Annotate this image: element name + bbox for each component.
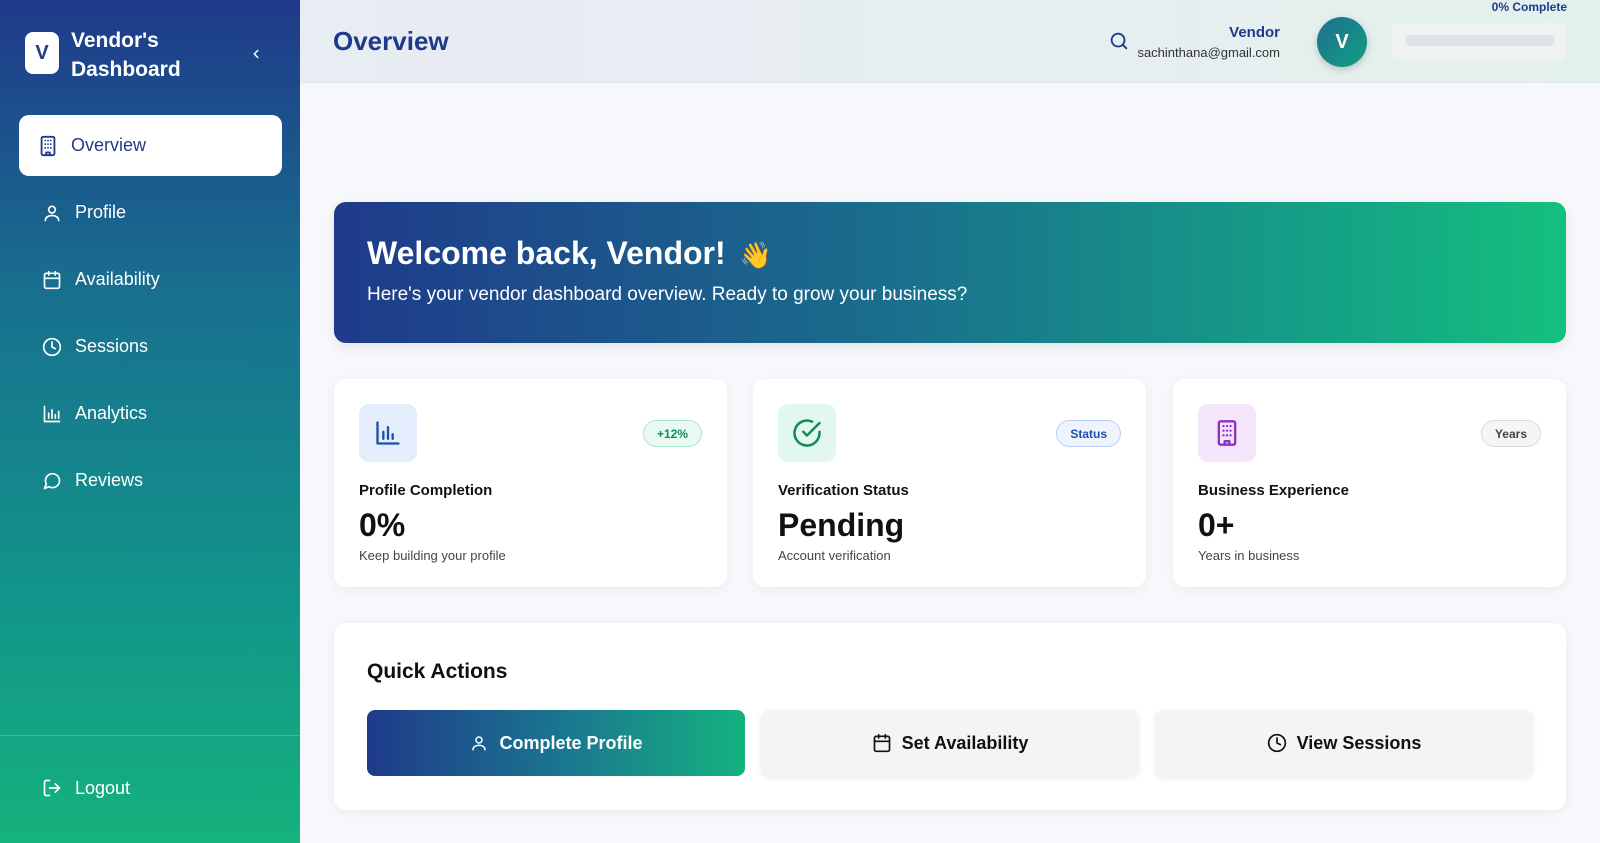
welcome-title-text: Welcome back, Vendor! <box>367 235 726 271</box>
user-email: sachinthana@gmail.com <box>1137 45 1280 60</box>
stat-badge: Status <box>1056 420 1121 447</box>
brand-logo: V <box>25 32 59 74</box>
sidebar-divider <box>0 735 300 736</box>
stat-subtext: Keep building your profile <box>359 548 506 563</box>
button-label: Complete Profile <box>499 732 643 753</box>
bar-chart-icon <box>359 404 417 462</box>
chevron-left-icon <box>253 49 259 59</box>
set-availability-button[interactable]: Set Availability <box>761 710 1139 776</box>
stat-label: Verification Status <box>778 482 909 499</box>
stat-value: Pending <box>778 507 905 543</box>
building-icon <box>1198 404 1256 462</box>
stat-subtext: Years in business <box>1198 548 1300 563</box>
sidebar-item-label: Profile <box>75 202 127 222</box>
search-button[interactable] <box>1108 30 1130 52</box>
stat-subtext: Account verification <box>778 548 891 563</box>
view-sessions-button[interactable]: View Sessions <box>1155 710 1533 776</box>
sidebar-item-label: Overview <box>71 135 147 155</box>
button-label: View Sessions <box>1296 732 1422 753</box>
logout-button[interactable]: Logout <box>41 777 130 799</box>
avatar[interactable]: V <box>1317 17 1367 67</box>
stat-card-verification-status: Status Verification Status Pending Accou… <box>753 379 1146 587</box>
profile-progress <box>1392 23 1567 60</box>
sidebar-item-label: Analytics <box>75 403 148 423</box>
stat-badge: +12% <box>642 420 702 447</box>
brand-title: Vendor's Dashboard <box>71 29 181 81</box>
clock-icon <box>1267 733 1287 753</box>
sidebar-item-label: Availability <box>75 269 160 289</box>
stat-value: 0% <box>359 507 406 543</box>
user-name: Vendor <box>1229 24 1280 41</box>
page-title: Overview <box>333 26 449 56</box>
sidebar-item-sessions[interactable]: Sessions <box>19 316 282 377</box>
stat-card-business-experience: Years Business Experience 0+ Years in bu… <box>1173 379 1566 587</box>
sidebar-item-label: Reviews <box>75 470 144 490</box>
stat-badge: Years <box>1480 420 1541 447</box>
button-label: Set Availability <box>901 732 1029 753</box>
progress-track <box>1405 35 1555 46</box>
check-circle-icon <box>778 404 836 462</box>
collapse-sidebar-button[interactable] <box>246 44 266 64</box>
calendar-icon <box>41 269 63 291</box>
sidebar-item-reviews[interactable]: Reviews <box>19 450 282 511</box>
sidebar-item-profile[interactable]: Profile <box>19 182 282 243</box>
welcome-banner: Welcome back, Vendor! 👋 Here's your vendo… <box>334 202 1566 343</box>
message-circle-icon <box>41 470 63 492</box>
sidebar-item-label: Sessions <box>75 336 149 356</box>
waving-hand-icon: 👋 <box>739 240 773 270</box>
sidebar-item-analytics[interactable]: Analytics <box>19 383 282 444</box>
building-icon <box>37 135 59 157</box>
quick-actions-title: Quick Actions <box>367 660 508 683</box>
sidebar: V Vendor's Dashboard Overview Profile Av… <box>0 0 300 843</box>
logout-icon <box>41 777 63 799</box>
stat-card-profile-completion: +12% Profile Completion 0% Keep building… <box>334 379 727 587</box>
user-icon <box>41 202 63 224</box>
sidebar-item-availability[interactable]: Availability <box>19 249 282 310</box>
clock-icon <box>41 336 63 358</box>
sidebar-item-overview[interactable]: Overview <box>19 115 282 176</box>
brand: V Vendor's Dashboard <box>25 26 201 84</box>
top-header: Overview Vendor sachinthana@gmail.com V … <box>300 0 1600 83</box>
stat-label: Profile Completion <box>359 482 493 499</box>
welcome-subtitle: Here's your vendor dashboard overview. R… <box>367 284 968 305</box>
complete-profile-button[interactable]: Complete Profile <box>367 710 745 776</box>
bar-chart-icon <box>41 403 63 425</box>
quick-actions-panel: Quick Actions Complete Profile Set Avail… <box>334 623 1566 810</box>
user-icon <box>469 733 489 753</box>
calendar-icon <box>872 733 892 753</box>
sidebar-nav: Overview Profile Availability Sessions A… <box>19 115 282 517</box>
profile-progress-label: 0% Complete <box>1491 0 1567 14</box>
user-info: Vendor sachinthana@gmail.com <box>1137 24 1280 60</box>
logout-label: Logout <box>75 777 131 798</box>
stat-value: 0+ <box>1198 507 1235 543</box>
stat-label: Business Experience <box>1198 482 1349 499</box>
search-icon <box>1110 32 1128 50</box>
welcome-title: Welcome back, Vendor! 👋 <box>367 235 772 272</box>
